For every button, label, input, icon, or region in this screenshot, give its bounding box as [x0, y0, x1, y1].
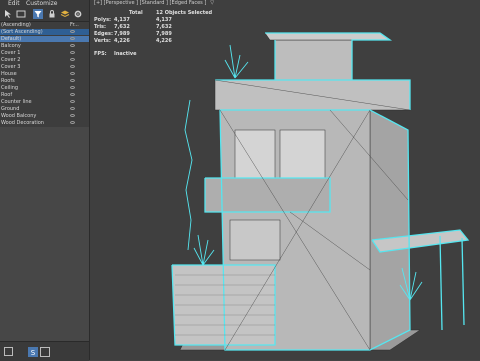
explorer-row-label: House [1, 71, 17, 77]
roof-tower [274, 39, 353, 81]
explorer-row[interactable]: Counter line [0, 99, 89, 105]
perspective-viewport[interactable]: [+] [Perspective ] [Standard ] [Edged Fa… [90, 0, 480, 360]
explorer-row-label: Default) [1, 36, 22, 42]
filter-icon[interactable] [33, 9, 43, 19]
display-icon[interactable] [16, 9, 26, 19]
window-right [279, 129, 326, 179]
explorer-row[interactable]: Cover 2 [0, 57, 89, 63]
explorer-row[interactable]: Balcony [0, 43, 89, 49]
lock-icon[interactable] [47, 9, 57, 19]
explorer-row[interactable]: House [0, 71, 89, 77]
explorer-row-label: Ceiling [1, 85, 19, 91]
explorer-row-label: Wood Decoration [1, 120, 44, 126]
explorer-toolbar [0, 7, 89, 22]
window-left [234, 129, 276, 179]
layer-icon[interactable] [60, 9, 70, 19]
visibility-eye-icon[interactable] [70, 121, 75, 124]
explorer-row[interactable]: Cover 1 [0, 50, 89, 56]
layer-explorer-icon[interactable] [40, 347, 50, 357]
visibility-eye-icon[interactable] [70, 44, 75, 47]
visibility-eye-icon[interactable] [70, 79, 75, 82]
visibility-eye-icon[interactable] [70, 100, 75, 103]
svg-text:S: S [31, 349, 36, 357]
explorer-row-label: Cover 1 [1, 50, 21, 56]
layer-toggle-icon[interactable] [4, 347, 13, 356]
explorer-row[interactable]: Ground [0, 106, 89, 112]
explorer-row-label: (Sort Ascending) [1, 29, 43, 35]
menu-customize[interactable]: Customize [26, 0, 58, 7]
explorer-row-label: Counter line [1, 99, 32, 105]
tower-roof-slab [264, 32, 391, 41]
visibility-eye-icon[interactable] [70, 114, 75, 117]
menu-edit[interactable]: Edit [8, 0, 20, 7]
visibility-eye-icon[interactable] [70, 93, 75, 96]
explorer-row[interactable]: Roofs [0, 78, 89, 84]
explorer-row-label: Ground [1, 106, 20, 112]
scene-explorer-icon[interactable]: S [28, 347, 38, 357]
explorer-bottom-bar: S [0, 341, 89, 361]
explorer-row-label: Balcony [1, 43, 21, 49]
explorer-row-label: Cover 3 [1, 64, 21, 70]
explorer-empty-area[interactable] [0, 127, 89, 341]
explorer-row[interactable]: Ceiling [0, 85, 89, 91]
explorer-row[interactable]: Wood Decoration [0, 120, 89, 126]
visibility-eye-icon[interactable] [70, 72, 75, 75]
select-icon[interactable] [3, 9, 13, 19]
visibility-eye-icon[interactable] [70, 37, 75, 40]
visibility-eye-icon[interactable] [70, 65, 75, 68]
explorer-row[interactable]: Cover 3 [0, 64, 89, 70]
explorer-sort-label: (Ascending) [1, 22, 31, 28]
house-right-wall [369, 109, 411, 351]
menu-bar: Edit Customize [0, 0, 89, 7]
explorer-row-label: Wood Balcony [1, 113, 37, 119]
scene-explorer: (Ascending) Fr... (Sort Ascending) Defaul… [0, 22, 89, 127]
lower-window [229, 219, 281, 261]
explorer-header[interactable]: (Ascending) Fr... [0, 22, 89, 28]
settings-icon[interactable] [73, 9, 83, 19]
explorer-row[interactable]: (Sort Ascending) [0, 29, 89, 35]
explorer-row[interactable]: Default) [0, 36, 89, 42]
visibility-eye-icon[interactable] [70, 30, 75, 33]
scene-render[interactable] [90, 0, 480, 360]
explorer-row-label: Roof [1, 92, 13, 98]
explorer-row[interactable]: Wood Balcony [0, 113, 89, 119]
visibility-eye-icon[interactable] [70, 86, 75, 89]
explorer-row-label: Roofs [1, 78, 15, 84]
visibility-eye-icon[interactable] [70, 58, 75, 61]
visibility-eye-icon[interactable] [70, 51, 75, 54]
explorer-column-hint: Fr... [70, 22, 79, 28]
explorer-row-label: Cover 2 [1, 57, 21, 63]
visibility-eye-icon[interactable] [70, 107, 75, 110]
explorer-row[interactable]: Roof [0, 92, 89, 98]
